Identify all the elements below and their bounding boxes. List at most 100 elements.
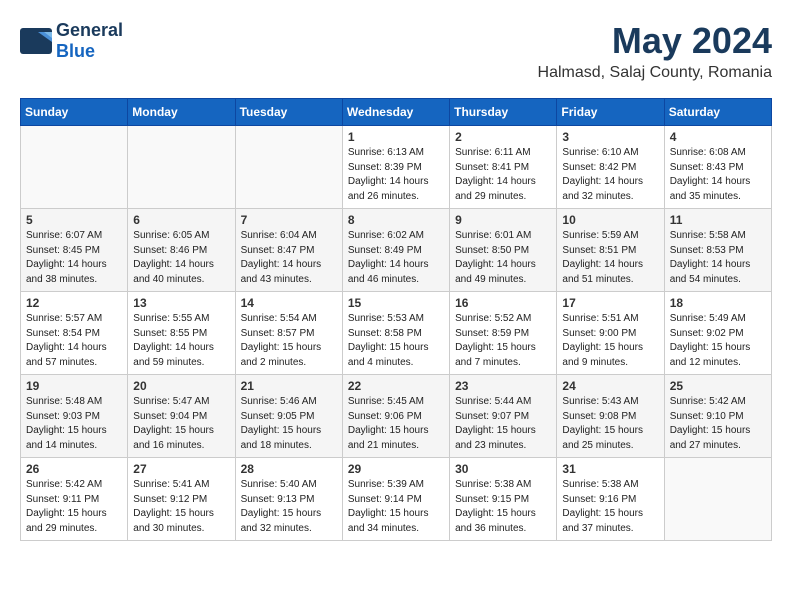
calendar-week-row: 26Sunrise: 5:42 AMSunset: 9:11 PMDayligh…	[21, 458, 772, 541]
calendar-cell: 14 Sunrise: 5:54 AMSunset: 8:57 PMDayligh…	[235, 292, 342, 375]
day-info: Sunrise: 6:01 AMSunset: 8:50 PMDaylight:…	[455, 229, 551, 287]
calendar-cell	[128, 126, 235, 209]
day-number: 5	[26, 213, 122, 227]
day-number: 3	[562, 130, 658, 144]
day-info: Sunrise: 6:10 AMSunset: 8:42 PMDaylight:…	[562, 146, 658, 204]
day-info: Sunrise: 5:39 AMSunset: 9:14 PMDaylight:…	[348, 478, 444, 536]
day-info: Sunrise: 5:40 AMSunset: 9:13 PMDaylight:…	[241, 478, 337, 536]
calendar-cell	[21, 126, 128, 209]
day-info: Sunrise: 5:54 AMSunset: 8:57 PMDaylight:…	[241, 312, 337, 370]
day-info: Sunrise: 5:44 AMSunset: 9:07 PMDaylight:…	[455, 395, 551, 453]
calendar-cell: 5 Sunrise: 6:07 AMSunset: 8:45 PMDaylight…	[21, 209, 128, 292]
calendar-cell: 22Sunrise: 5:45 AMSunset: 9:06 PMDayligh…	[342, 375, 449, 458]
calendar-cell: 10Sunrise: 5:59 AMSunset: 8:51 PMDayligh…	[557, 209, 664, 292]
calendar-cell: 3 Sunrise: 6:10 AMSunset: 8:42 PMDaylight…	[557, 126, 664, 209]
title-block: May 2024 Halmasd, Salaj County, Romania	[538, 20, 772, 82]
calendar-cell: 13 Sunrise: 5:55 AMSunset: 8:55 PMDayligh…	[128, 292, 235, 375]
day-info: Sunrise: 6:07 AMSunset: 8:45 PMDaylight:…	[26, 229, 122, 287]
day-number: 23	[455, 379, 551, 393]
calendar-cell: 17 Sunrise: 5:51 AMSunset: 9:00 PMDayligh…	[557, 292, 664, 375]
day-number: 17	[562, 296, 658, 310]
calendar-cell: 12 Sunrise: 5:57 AMSunset: 8:54 PMDayligh…	[21, 292, 128, 375]
day-info: Sunrise: 5:51 AMSunset: 9:00 PMDaylight:…	[562, 312, 658, 370]
day-number: 4	[670, 130, 766, 144]
calendar-cell: 29 Sunrise: 5:39 AMSunset: 9:14 PMDayligh…	[342, 458, 449, 541]
day-number: 2	[455, 130, 551, 144]
calendar-cell: 25 Sunrise: 5:42 AMSunset: 9:10 PMDayligh…	[664, 375, 771, 458]
day-info: Sunrise: 6:04 AMSunset: 8:47 PMDaylight:…	[241, 229, 337, 287]
calendar-week-row: 19 Sunrise: 5:48 AMSunset: 9:03 PMDayligh…	[21, 375, 772, 458]
calendar-header-thursday: Thursday	[450, 99, 557, 126]
calendar-cell: 23 Sunrise: 5:44 AMSunset: 9:07 PMDayligh…	[450, 375, 557, 458]
day-info: Sunrise: 6:11 AMSunset: 8:41 PMDaylight:…	[455, 146, 551, 204]
calendar-cell: 11 Sunrise: 5:58 AMSunset: 8:53 PMDayligh…	[664, 209, 771, 292]
logo-text: GeneralBlue	[56, 20, 123, 62]
calendar-header-saturday: Saturday	[664, 99, 771, 126]
calendar-cell: 28Sunrise: 5:40 AMSunset: 9:13 PMDayligh…	[235, 458, 342, 541]
day-info: Sunrise: 5:57 AMSunset: 8:54 PMDaylight:…	[26, 312, 122, 370]
day-info: Sunrise: 5:48 AMSunset: 9:03 PMDaylight:…	[26, 395, 122, 453]
calendar-cell: 6Sunrise: 6:05 AMSunset: 8:46 PMDaylight…	[128, 209, 235, 292]
logo-icon	[20, 28, 52, 54]
day-number: 21	[241, 379, 337, 393]
day-number: 7	[241, 213, 337, 227]
day-info: Sunrise: 6:13 AMSunset: 8:39 PMDaylight:…	[348, 146, 444, 204]
day-info: Sunrise: 5:49 AMSunset: 9:02 PMDaylight:…	[670, 312, 766, 370]
day-info: Sunrise: 5:41 AMSunset: 9:12 PMDaylight:…	[133, 478, 229, 536]
calendar-cell: 30Sunrise: 5:38 AMSunset: 9:15 PMDayligh…	[450, 458, 557, 541]
calendar-week-row: 5 Sunrise: 6:07 AMSunset: 8:45 PMDaylight…	[21, 209, 772, 292]
day-number: 15	[348, 296, 444, 310]
day-info: Sunrise: 5:55 AMSunset: 8:55 PMDaylight:…	[133, 312, 229, 370]
day-number: 29	[348, 462, 444, 476]
calendar-cell: 8 Sunrise: 6:02 AMSunset: 8:49 PMDaylight…	[342, 209, 449, 292]
calendar-header-monday: Monday	[128, 99, 235, 126]
calendar-header-wednesday: Wednesday	[342, 99, 449, 126]
day-number: 19	[26, 379, 122, 393]
day-number: 14	[241, 296, 337, 310]
calendar-cell: 27Sunrise: 5:41 AMSunset: 9:12 PMDayligh…	[128, 458, 235, 541]
calendar-cell: 24Sunrise: 5:43 AMSunset: 9:08 PMDayligh…	[557, 375, 664, 458]
day-info: Sunrise: 5:52 AMSunset: 8:59 PMDaylight:…	[455, 312, 551, 370]
page-header: GeneralBlue May 2024 Halmasd, Salaj Coun…	[20, 20, 772, 82]
calendar-header-friday: Friday	[557, 99, 664, 126]
day-info: Sunrise: 5:47 AMSunset: 9:04 PMDaylight:…	[133, 395, 229, 453]
day-number: 11	[670, 213, 766, 227]
day-info: Sunrise: 5:58 AMSunset: 8:53 PMDaylight:…	[670, 229, 766, 287]
calendar-cell: 4 Sunrise: 6:08 AMSunset: 8:43 PMDaylight…	[664, 126, 771, 209]
day-info: Sunrise: 5:38 AMSunset: 9:16 PMDaylight:…	[562, 478, 658, 536]
day-number: 8	[348, 213, 444, 227]
day-info: Sunrise: 6:02 AMSunset: 8:49 PMDaylight:…	[348, 229, 444, 287]
calendar-cell: 20 Sunrise: 5:47 AMSunset: 9:04 PMDayligh…	[128, 375, 235, 458]
day-number: 10	[562, 213, 658, 227]
day-number: 16	[455, 296, 551, 310]
day-info: Sunrise: 5:42 AMSunset: 9:11 PMDaylight:…	[26, 478, 122, 536]
calendar-cell: 1 Sunrise: 6:13 AMSunset: 8:39 PMDaylight…	[342, 126, 449, 209]
logo: GeneralBlue	[20, 20, 123, 62]
day-info: Sunrise: 5:43 AMSunset: 9:08 PMDaylight:…	[562, 395, 658, 453]
calendar-cell: 26Sunrise: 5:42 AMSunset: 9:11 PMDayligh…	[21, 458, 128, 541]
calendar-header-sunday: Sunday	[21, 99, 128, 126]
day-info: Sunrise: 6:08 AMSunset: 8:43 PMDaylight:…	[670, 146, 766, 204]
calendar-week-row: 1 Sunrise: 6:13 AMSunset: 8:39 PMDaylight…	[21, 126, 772, 209]
calendar-week-row: 12 Sunrise: 5:57 AMSunset: 8:54 PMDayligh…	[21, 292, 772, 375]
day-number: 13	[133, 296, 229, 310]
day-number: 30	[455, 462, 551, 476]
calendar-cell: 15Sunrise: 5:53 AMSunset: 8:58 PMDayligh…	[342, 292, 449, 375]
calendar-cell: 16 Sunrise: 5:52 AMSunset: 8:59 PMDayligh…	[450, 292, 557, 375]
day-number: 25	[670, 379, 766, 393]
calendar-table: SundayMondayTuesdayWednesdayThursdayFrid…	[20, 98, 772, 541]
calendar-cell: 18 Sunrise: 5:49 AMSunset: 9:02 PMDayligh…	[664, 292, 771, 375]
day-number: 20	[133, 379, 229, 393]
day-number: 12	[26, 296, 122, 310]
day-info: Sunrise: 5:42 AMSunset: 9:10 PMDaylight:…	[670, 395, 766, 453]
day-number: 1	[348, 130, 444, 144]
day-number: 6	[133, 213, 229, 227]
day-number: 9	[455, 213, 551, 227]
calendar-header-row: SundayMondayTuesdayWednesdayThursdayFrid…	[21, 99, 772, 126]
day-info: Sunrise: 5:46 AMSunset: 9:05 PMDaylight:…	[241, 395, 337, 453]
day-number: 18	[670, 296, 766, 310]
calendar-cell	[235, 126, 342, 209]
calendar-cell: 19 Sunrise: 5:48 AMSunset: 9:03 PMDayligh…	[21, 375, 128, 458]
month-title: May 2024	[538, 20, 772, 62]
calendar-cell: 21 Sunrise: 5:46 AMSunset: 9:05 PMDayligh…	[235, 375, 342, 458]
